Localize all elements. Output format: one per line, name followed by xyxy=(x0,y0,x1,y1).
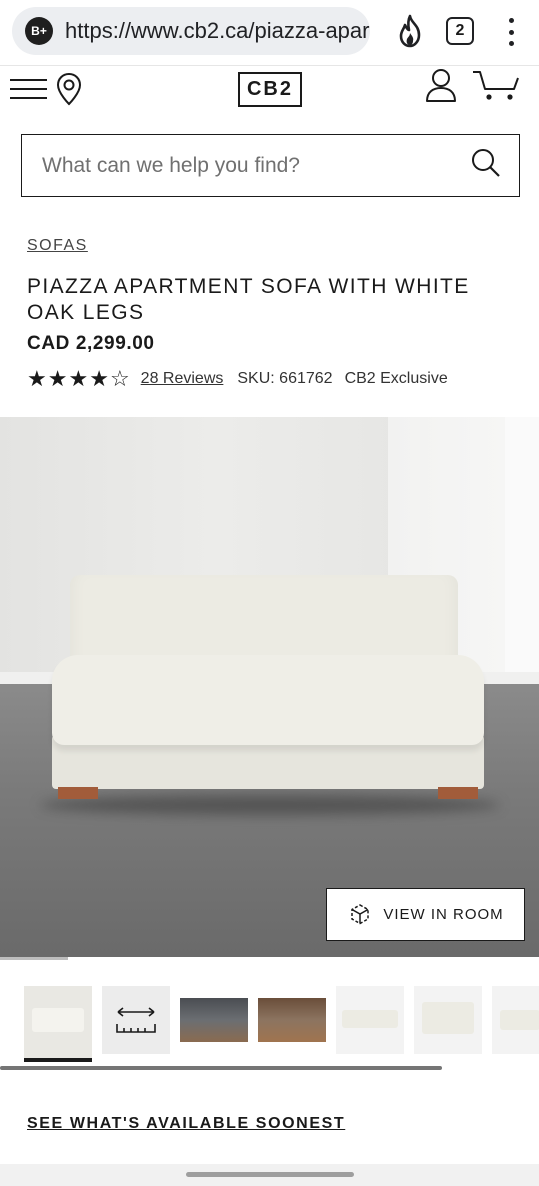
gesture-handle[interactable] xyxy=(186,1172,354,1177)
thumbnail-room-scene-1[interactable] xyxy=(180,998,248,1042)
product-hero-image[interactable]: VIEW IN ROOM xyxy=(0,417,539,957)
thumbnail-scrollbar[interactable] xyxy=(0,1066,442,1070)
star-filled-icon: ★ xyxy=(68,366,89,391)
thumbnail-sofa-side[interactable] xyxy=(492,986,539,1054)
thumbnail-dimensions[interactable] xyxy=(102,986,170,1054)
search-icon[interactable] xyxy=(471,148,501,183)
tab-switcher-icon[interactable]: 2 xyxy=(446,17,474,45)
sofa-leg xyxy=(438,787,478,799)
star-empty-icon: ☆ xyxy=(109,366,130,391)
sofa-leg xyxy=(58,787,98,799)
account-icon[interactable] xyxy=(425,68,457,107)
view-in-room-label: VIEW IN ROOM xyxy=(383,906,504,923)
browser-toolbar: B+ https://www.cb2.ca/piazza-apartment-s… xyxy=(0,0,539,66)
product-price: CAD 2,299.00 xyxy=(27,333,155,354)
gallery-progress xyxy=(0,957,68,960)
sofa-seat-cushion xyxy=(52,655,484,745)
thumbnail-sofa-front[interactable] xyxy=(24,986,92,1062)
search-input[interactable] xyxy=(42,153,471,178)
address-bar[interactable]: B+ https://www.cb2.ca/piazza-apartment-s… xyxy=(12,7,370,55)
cb2-logo[interactable]: CB2 xyxy=(238,72,302,107)
url-text[interactable]: https://www.cb2.ca/piazza-apartment-sofa xyxy=(65,18,370,44)
star-filled-icon: ★ xyxy=(89,366,109,391)
dimensions-icon xyxy=(116,1007,156,1033)
view-in-room-button[interactable]: VIEW IN ROOM xyxy=(326,888,525,941)
search-box xyxy=(21,134,520,197)
site-header: CB2 xyxy=(0,66,539,114)
star-filled-icon: ★ xyxy=(47,366,68,391)
ar-cube-icon xyxy=(351,903,370,924)
breadcrumb-sofas[interactable]: SOFAS xyxy=(27,237,88,255)
thumbnail-sofa-angle-left[interactable] xyxy=(336,986,404,1054)
product-meta: ★ ★ ★ ★ ☆ 28 Reviews SKU: 661762 CB2 Exclusi… xyxy=(27,368,448,390)
thumbnail-strip xyxy=(0,986,539,1062)
exclusive-badge: CB2 Exclusive xyxy=(344,370,448,387)
sku-text: SKU: 661762 xyxy=(237,370,333,387)
reviews-link[interactable]: 28 Reviews xyxy=(141,370,224,388)
star-filled-icon: ★ xyxy=(27,366,47,391)
star-rating[interactable]: ★ ★ ★ ★ ☆ xyxy=(27,368,131,390)
see-available-soonest-link[interactable]: SEE WHAT'S AVAILABLE SOONEST xyxy=(27,1115,345,1133)
product-title: PIAZZA APARTMENT SOFA WITH WHITE OAK LEG… xyxy=(27,275,470,324)
overflow-menu-icon[interactable] xyxy=(505,16,517,48)
hamburger-menu-icon[interactable] xyxy=(10,78,48,105)
cart-icon[interactable] xyxy=(472,70,520,107)
fire-icon[interactable] xyxy=(395,14,425,53)
site-badge-icon[interactable]: B+ xyxy=(25,17,53,45)
thumbnail-room-scene-2[interactable] xyxy=(258,998,326,1042)
location-pin-icon[interactable] xyxy=(56,72,82,111)
thumbnail-sofa-angle-right[interactable] xyxy=(414,986,482,1054)
